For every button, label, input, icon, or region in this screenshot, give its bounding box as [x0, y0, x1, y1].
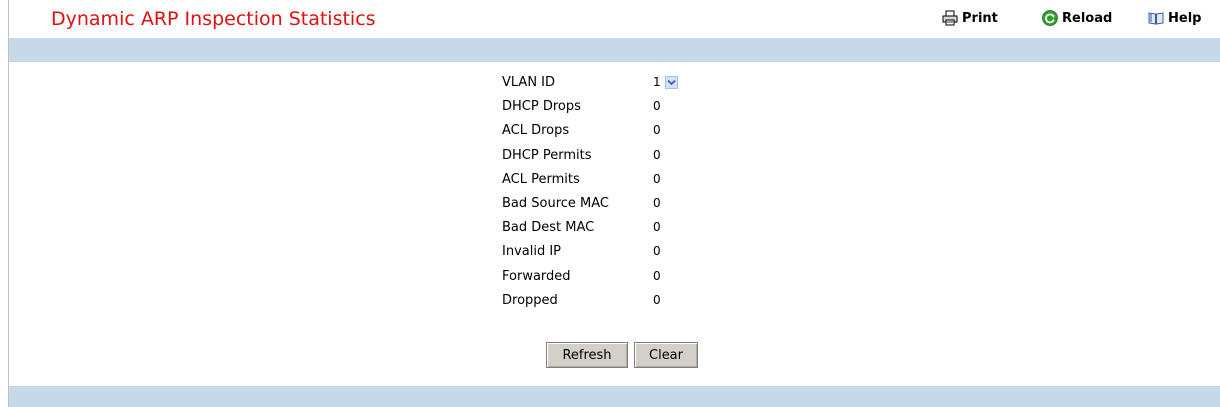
stat-label: DHCP Drops	[502, 99, 581, 115]
stat-label: Bad Source MAC	[502, 195, 610, 211]
print-label: Print	[962, 10, 998, 26]
stat-value: 0	[653, 171, 661, 186]
reload-label: Reload	[1062, 10, 1113, 26]
help-book-icon	[1148, 10, 1164, 26]
help-label: Help	[1168, 10, 1202, 26]
vlan-id-label: VLAN ID	[502, 75, 556, 90]
stat-label: DHCP Permits	[502, 147, 592, 163]
content-frame: Dynamic ARP Inspection Statistics Print	[8, 0, 1220, 407]
help-button[interactable]: Help	[1148, 10, 1201, 26]
header-divider-band	[9, 38, 1220, 62]
stat-value: 0	[653, 244, 661, 259]
vlan-id-select[interactable]: 1	[649, 73, 678, 91]
stat-label: Dropped	[502, 292, 558, 308]
page-title: Dynamic ARP Inspection Statistics	[51, 8, 376, 30]
footer-band	[9, 386, 1220, 407]
stat-value: 0	[653, 292, 661, 307]
reload-icon	[1042, 10, 1058, 26]
printer-icon	[942, 10, 958, 26]
reload-button[interactable]: Reload	[1042, 10, 1112, 26]
page-header: Dynamic ARP Inspection Statistics Print	[9, 0, 1220, 38]
refresh-button[interactable]: Refresh	[546, 342, 628, 368]
stat-value: 0	[653, 195, 661, 210]
stat-value: 0	[653, 268, 661, 283]
stat-label: Invalid IP	[502, 244, 562, 260]
stat-label: ACL Permits	[502, 171, 580, 187]
vlan-id-value: 1	[653, 75, 661, 89]
stat-label: Forwarded	[502, 268, 571, 284]
stat-value: 0	[653, 147, 661, 162]
clear-button[interactable]: Clear	[634, 342, 698, 368]
chevron-down-icon[interactable]	[665, 75, 678, 89]
stat-value: 0	[653, 123, 661, 138]
print-button[interactable]: Print	[942, 10, 998, 26]
stat-label: ACL Drops	[502, 123, 570, 139]
stat-value: 0	[653, 99, 661, 114]
stat-value: 0	[653, 220, 661, 235]
stat-label: Bad Dest MAC	[502, 220, 595, 236]
